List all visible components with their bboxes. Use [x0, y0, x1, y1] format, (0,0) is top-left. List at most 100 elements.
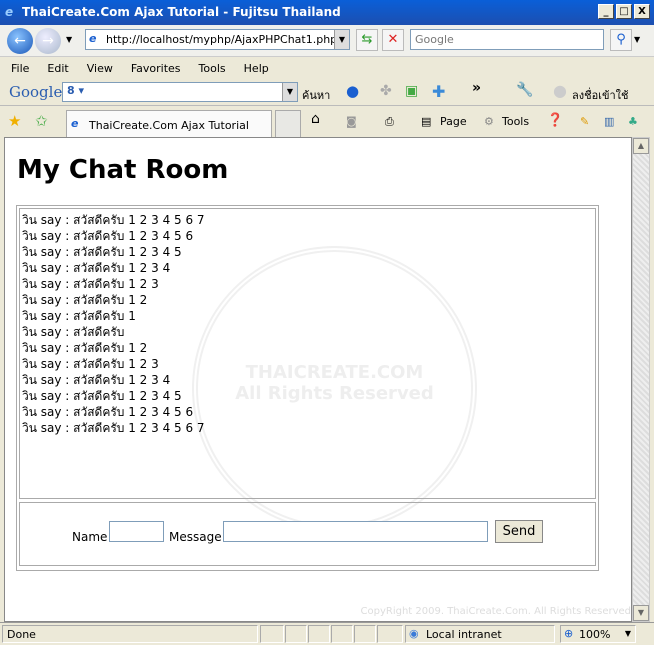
- zoom-control[interactable]: ⊕ 100% ▼: [560, 625, 636, 643]
- chat-message: วิน say : สวัสดีครับ 1 2 3 4 5 6: [22, 405, 194, 419]
- menu-favorites[interactable]: Favorites: [120, 60, 188, 78]
- plus-icon[interactable]: ✚: [432, 82, 445, 101]
- chat-message: วิน say : สวัสดีครับ 1 2 3 4: [22, 261, 171, 275]
- close-button[interactable]: X: [634, 4, 650, 19]
- ie-icon: e: [5, 5, 14, 19]
- intranet-icon: ◉: [409, 627, 419, 640]
- signin-circle-icon: ●: [553, 81, 567, 100]
- chat-message: วิน say : สวัสดีครับ 1: [22, 309, 136, 323]
- research-icon[interactable]: ✎: [580, 115, 589, 128]
- history-dropdown-icon[interactable]: ▼: [66, 35, 72, 44]
- address-dropdown[interactable]: ▼: [334, 30, 349, 49]
- tab-ie-icon: e: [71, 117, 79, 130]
- menu-bar: File Edit View Favorites Tools Help: [0, 60, 654, 78]
- address-url: http://localhost/myphp/AjaxPHPChat1.php: [106, 33, 338, 46]
- back-button[interactable]: ←: [7, 28, 33, 54]
- zoom-dropdown-icon[interactable]: ▼: [625, 629, 631, 638]
- chat-message: วิน say : สวัสดีครับ 1 2 3 4 5 6 7: [22, 213, 205, 227]
- stop-button[interactable]: ✕: [382, 29, 404, 51]
- zoom-icon: ⊕: [564, 627, 574, 640]
- chat-form: Name Message Send: [19, 502, 596, 566]
- chat-message: วิน say : สวัสดีครับ 1 2 3 4: [22, 373, 171, 387]
- image-icon[interactable]: ▣: [405, 83, 418, 99]
- address-bar[interactable]: e http://localhost/myphp/AjaxPHPChat1.ph…: [85, 29, 350, 50]
- google-search-input[interactable]: 8 ▾ ▼: [62, 82, 298, 102]
- status-pane: [260, 625, 284, 643]
- chat-room: THAICREATE.COM All Rights Reserved วิน sa…: [16, 205, 599, 571]
- tab-thaicreate[interactable]: e ThaiCreate.Com Ajax Tutorial: [66, 110, 272, 137]
- puzzle-icon[interactable]: ✤: [380, 83, 392, 99]
- google-logo: Google: [9, 83, 63, 101]
- menu-tools[interactable]: Tools: [188, 60, 233, 78]
- page-menu[interactable]: Page: [440, 115, 467, 128]
- address-toolbar: ← → ▼ e http://localhost/myphp/AjaxPHPCh…: [0, 25, 654, 57]
- maximize-button[interactable]: □: [616, 4, 632, 19]
- chat-message: วิน say : สวัสดีครับ 1 2: [22, 341, 148, 355]
- chat-message: วิน say : สวัสดีครับ 1 2 3 4 5 6: [22, 229, 194, 243]
- status-pane: [285, 625, 307, 643]
- feeds-icon[interactable]: ◙: [346, 115, 357, 128]
- zone-label: Local intranet: [426, 628, 502, 641]
- chat-message: วิน say : สวัสดีครับ 1 2 3: [22, 277, 159, 291]
- chat-messages: วิน say : สวัสดีครับ 1 2 3 4 5 6 7 วิน sa…: [19, 208, 596, 499]
- send-button[interactable]: Send: [495, 520, 543, 543]
- chat-message: วิน say : สวัสดีครับ 1 2 3: [22, 357, 159, 371]
- minimize-button[interactable]: _: [598, 4, 614, 19]
- menu-view[interactable]: View: [76, 60, 120, 78]
- page-content: My Chat Room THAICREATE.COM All Rights Re…: [4, 137, 632, 622]
- home-icon[interactable]: ⌂: [311, 111, 320, 127]
- gear-icon: ⚙: [484, 115, 494, 128]
- status-pane: [377, 625, 403, 643]
- status-bar: Done ◉ Local intranet ⊕ 100% ▼: [0, 622, 654, 645]
- name-input[interactable]: [109, 521, 164, 542]
- search-options-icon[interactable]: ▼: [634, 35, 640, 44]
- message-label: Message: [169, 530, 222, 544]
- chat-message: วิน say : สวัสดีครับ 1 2 3 4 5 6 7: [22, 421, 205, 435]
- menu-edit[interactable]: Edit: [36, 60, 75, 78]
- chat-message: วิน say : สวัสดีครับ: [22, 325, 125, 339]
- signin-button[interactable]: ลงชื่อเข้าใช้: [572, 86, 628, 104]
- menu-file[interactable]: File: [0, 60, 36, 78]
- message-input[interactable]: [223, 521, 488, 542]
- name-label: Name: [72, 530, 108, 544]
- status-pane: [308, 625, 330, 643]
- favorites-star-icon[interactable]: ★: [8, 112, 21, 130]
- add-favorite-icon[interactable]: ✩: [35, 112, 48, 130]
- new-tab-button[interactable]: [275, 110, 301, 137]
- google-dropdown-icon[interactable]: ▼: [282, 83, 297, 101]
- messenger-icon[interactable]: ▥: [604, 115, 614, 128]
- favorites-bar: ★ ✩ e ThaiCreate.Com Ajax Tutorial ⌂ ◙ ⎙…: [0, 108, 654, 138]
- zoom-level: 100%: [579, 628, 611, 641]
- vertical-scrollbar[interactable]: ▲ ▼: [632, 137, 650, 622]
- search-input[interactable]: Google: [410, 29, 604, 50]
- blog-icon[interactable]: ♣: [628, 115, 638, 128]
- zone-indicator[interactable]: ◉ Local intranet: [405, 625, 555, 643]
- chat-message: วิน say : สวัสดีครับ 1 2 3 4 5: [22, 389, 182, 403]
- tab-title: ThaiCreate.Com Ajax Tutorial: [89, 119, 249, 132]
- search-button[interactable]: ⚲: [610, 29, 632, 51]
- tools-menu[interactable]: Tools: [502, 115, 529, 128]
- print-icon[interactable]: ⎙: [385, 115, 394, 129]
- help-icon[interactable]: ❓: [547, 113, 563, 128]
- chat-message: วิน say : สวัสดีครับ 1 2 3 4 5: [22, 245, 182, 259]
- page-title: My Chat Room: [17, 155, 229, 185]
- globe-icon[interactable]: ●: [346, 82, 359, 100]
- scroll-up-icon[interactable]: ▲: [633, 138, 649, 154]
- status-pane: [354, 625, 376, 643]
- more-chevron-icon[interactable]: »: [472, 80, 481, 96]
- scroll-down-icon[interactable]: ▼: [633, 605, 649, 621]
- google-toolbar: Google 8 ▾ ▼ ค้นหา ● ✤ ▣ ✚ » 🔧 ● ลงชื่อเข…: [0, 79, 654, 106]
- forward-button[interactable]: →: [35, 28, 61, 54]
- wrench-icon[interactable]: 🔧: [516, 82, 533, 98]
- title-bar: e ThaiCreate.Com Ajax Tutorial - Fujitsu…: [0, 0, 654, 25]
- page-icon: ▤: [421, 115, 432, 128]
- chat-message: วิน say : สวัสดีครับ 1 2: [22, 293, 148, 307]
- status-pane: [331, 625, 353, 643]
- status-text: Done: [2, 625, 258, 643]
- google-search-button[interactable]: ค้นหา: [302, 86, 330, 104]
- copyright: CopyRight 2009. ThaiCreate.Com. All Righ…: [360, 606, 631, 617]
- refresh-button[interactable]: ⇆: [356, 29, 378, 51]
- window-title: ThaiCreate.Com Ajax Tutorial - Fujitsu T…: [22, 5, 341, 19]
- menu-help[interactable]: Help: [233, 60, 276, 78]
- page-icon: e: [89, 32, 97, 45]
